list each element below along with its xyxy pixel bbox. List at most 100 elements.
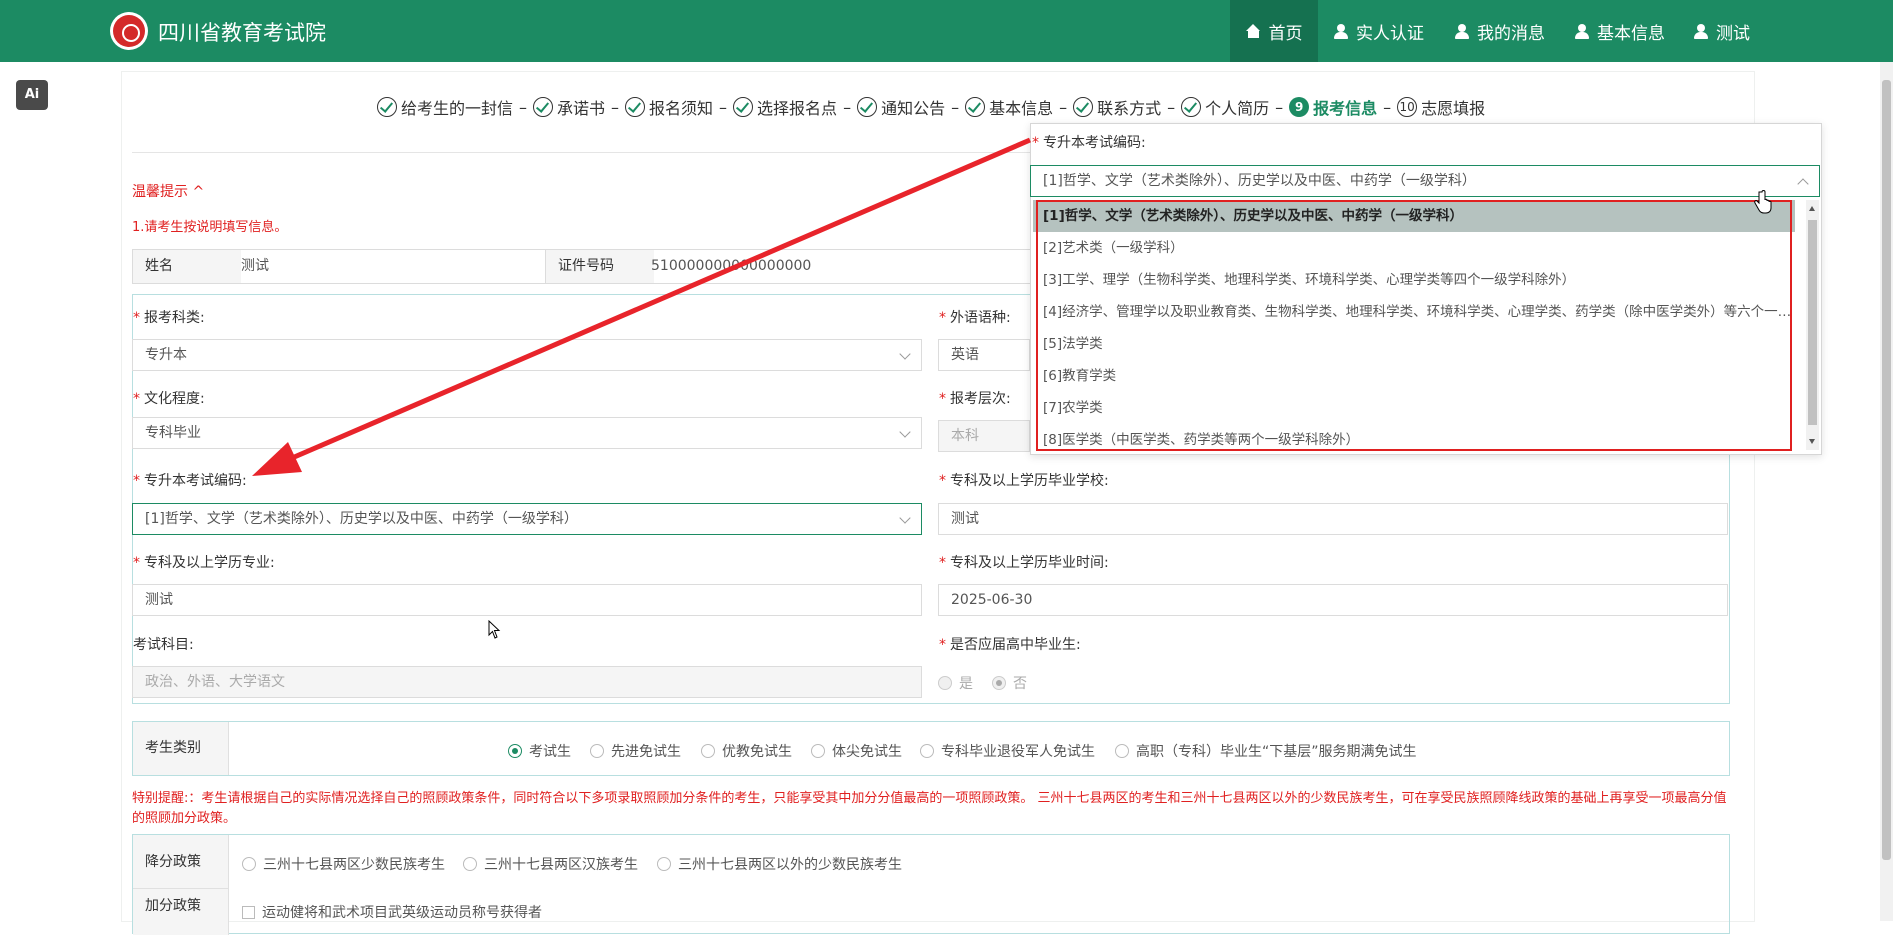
hs-grad-label: * 是否应届高中毕业生: bbox=[939, 637, 1081, 653]
arrow-cursor-icon bbox=[488, 620, 501, 639]
nav-label: 实人认证 bbox=[1356, 23, 1424, 44]
step-label: 志愿填报 bbox=[1421, 99, 1486, 118]
home-icon bbox=[1245, 24, 1261, 38]
nav-label: 测试 bbox=[1716, 23, 1750, 44]
dropdown-option[interactable]: [1]哲学、文学（艺术类除外）、历史学以及中医、中药学（一级学科） bbox=[1033, 200, 1795, 232]
education-label: * 文化程度: bbox=[133, 391, 205, 407]
candidate-category-label: 考生类别 bbox=[133, 722, 229, 775]
major-input[interactable]: 测试 bbox=[132, 584, 922, 616]
step-label: 通知公告 bbox=[881, 99, 946, 118]
step-label: 报考信息 bbox=[1313, 99, 1378, 118]
step-notice[interactable]: 报名须知 bbox=[625, 95, 713, 119]
check-circle-icon bbox=[733, 97, 754, 117]
category-option-grassroots[interactable]: 高职（专科）毕业生“下基层”服务期满免试生 bbox=[1115, 741, 1417, 761]
step-label: 联系方式 bbox=[1097, 99, 1162, 118]
radio-icon bbox=[242, 857, 256, 871]
step-promise[interactable]: 承诺书 bbox=[533, 95, 605, 119]
check-circle-icon bbox=[533, 97, 554, 117]
add-option-athlete[interactable]: 运动健将和武术项目武英级运动员称号获得者 bbox=[242, 902, 542, 922]
category-option-exam[interactable]: 考试生 bbox=[508, 741, 571, 761]
subject-type-select[interactable]: 专升本 bbox=[132, 339, 922, 371]
level-label: * 报考层次: bbox=[939, 391, 1011, 407]
checkbox-icon bbox=[242, 905, 255, 919]
page-scrollbar-thumb[interactable] bbox=[1882, 80, 1891, 860]
dropdown-label: * 专升本考试编码: bbox=[1032, 135, 1146, 151]
dropdown-select[interactable]: [1]哲学、文学（艺术类除外）、历史学以及中医、中药学（一级学科） bbox=[1030, 165, 1820, 197]
reduce-option-minority[interactable]: 三州十七县两区少数民族考生 bbox=[242, 854, 445, 874]
step-letter[interactable]: 给考生的一封信 bbox=[377, 95, 513, 119]
school-input[interactable]: 测试 bbox=[938, 503, 1728, 535]
category-option-advanced[interactable]: 先进免试生 bbox=[590, 741, 681, 761]
dropdown-option[interactable]: [8]医学类（中医学类、药学类等两个一级学科除外） bbox=[1033, 424, 1795, 450]
tips-text: 1.请考生按说明填写信息。 bbox=[132, 220, 288, 235]
ai-button[interactable]: Ai bbox=[16, 80, 48, 110]
grad-time-input[interactable]: 2025-06-30 bbox=[938, 584, 1728, 616]
user-icon bbox=[1575, 24, 1589, 39]
check-circle-icon bbox=[857, 97, 878, 117]
nav-user-test[interactable]: 测试 bbox=[1694, 0, 1750, 62]
special-notice: 特别提醒:：考生请根据自己的实际情况选择自己的照顾政策条件，同时符合以下多项录取… bbox=[132, 791, 1727, 826]
scroll-up-icon bbox=[1809, 206, 1815, 211]
user-icon bbox=[1334, 24, 1348, 39]
subject-type-label: * 报考科类: bbox=[133, 310, 205, 326]
name-label: 姓名 bbox=[133, 250, 241, 283]
step-number-badge: 9 bbox=[1289, 97, 1310, 117]
foreign-lang-select[interactable]: 英语 bbox=[938, 339, 1030, 371]
tips-toggle[interactable]: 温馨提示 ^ bbox=[132, 181, 204, 201]
step-announcement[interactable]: 通知公告 bbox=[857, 95, 945, 119]
exam-code-select[interactable]: [1]哲学、文学（艺术类除外）、历史学以及中医、中药学（一级学科） bbox=[132, 503, 922, 535]
dropdown-option[interactable]: [7]农学类 bbox=[1033, 392, 1795, 424]
hs-grad-yes: 是 bbox=[938, 673, 973, 693]
add-policy-label: 加分政策 bbox=[133, 889, 229, 935]
reduce-option-other-minority[interactable]: 三州十七县两区以外的少数民族考生 bbox=[657, 854, 902, 874]
user-icon bbox=[1455, 24, 1469, 39]
dropdown-scrollbar[interactable] bbox=[1806, 200, 1819, 450]
nav-home[interactable]: 首页 bbox=[1230, 0, 1318, 62]
dropdown-option[interactable]: [5]法学类 bbox=[1033, 328, 1795, 360]
radio-icon bbox=[590, 744, 604, 758]
dropdown-option[interactable]: [6]教育学类 bbox=[1033, 360, 1795, 392]
user-icon bbox=[1694, 24, 1708, 39]
chevron-down-icon bbox=[899, 512, 911, 524]
id-number-label: 证件号码 bbox=[545, 250, 654, 283]
step-resume[interactable]: 个人简历 bbox=[1181, 95, 1269, 119]
level-select: 本科 bbox=[938, 420, 1030, 452]
top-header: 四川省教育考试院 首页 实人认证 我的消息 基本信息 测试 bbox=[0, 0, 1893, 62]
id-number-value: 510000000000000000 bbox=[651, 258, 812, 274]
exam-subjects-input: 政治、外语、大学语文 bbox=[132, 666, 922, 698]
category-option-excellent-teacher[interactable]: 优教免试生 bbox=[701, 741, 792, 761]
step-label: 承诺书 bbox=[557, 99, 606, 118]
radio-icon bbox=[701, 744, 715, 758]
nav-messages[interactable]: 我的消息 bbox=[1455, 0, 1545, 62]
chevron-down-icon bbox=[899, 426, 911, 438]
nav-real-auth[interactable]: 实人认证 bbox=[1334, 0, 1424, 62]
reduce-policy-label: 降分政策 bbox=[133, 835, 229, 889]
step-apply-info[interactable]: 9 报考信息 bbox=[1289, 95, 1377, 119]
step-site[interactable]: 选择报名点 bbox=[733, 95, 837, 119]
dropdown-option[interactable]: [3]工学、理学（生物科学类、地理科学类、环境科学类、心理学类等四个一级学科除外… bbox=[1033, 264, 1795, 296]
dropdown-options: [1]哲学、文学（艺术类除外）、历史学以及中医、中药学（一级学科） [2]艺术类… bbox=[1033, 200, 1805, 450]
category-option-top-athlete[interactable]: 体尖免试生 bbox=[811, 741, 902, 761]
step-label: 给考生的一封信 bbox=[401, 99, 514, 118]
category-option-veteran[interactable]: 专科毕业退役军人免试生 bbox=[920, 741, 1095, 761]
step-preference[interactable]: 10 志愿填报 bbox=[1397, 95, 1485, 119]
nav-basic-info[interactable]: 基本信息 bbox=[1575, 0, 1665, 62]
dropdown-option[interactable]: [2]艺术类（一级学科） bbox=[1033, 232, 1795, 264]
step-label: 选择报名点 bbox=[757, 99, 838, 118]
check-circle-icon bbox=[965, 97, 986, 117]
grad-time-label: * 专科及以上学历毕业时间: bbox=[939, 555, 1109, 571]
step-contact[interactable]: 联系方式 bbox=[1073, 95, 1161, 119]
logo-icon bbox=[110, 12, 148, 50]
radio-icon bbox=[463, 857, 477, 871]
check-circle-icon bbox=[377, 97, 397, 117]
step-label: 个人简历 bbox=[1205, 99, 1270, 118]
step-basic-info[interactable]: 基本信息 bbox=[965, 95, 1053, 119]
exam-code-label: * 专升本考试编码: bbox=[133, 473, 247, 489]
major-label: * 专科及以上学历专业: bbox=[133, 555, 275, 571]
nav-label: 基本信息 bbox=[1597, 23, 1665, 44]
reduce-option-han[interactable]: 三州十七县两区汉族考生 bbox=[463, 854, 638, 874]
nav-label: 首页 bbox=[1268, 23, 1303, 44]
dropdown-option[interactable]: [4]经济学、管理学以及职业教育类、生物科学类、地理科学类、环境科学类、心理学类… bbox=[1033, 296, 1795, 328]
education-select[interactable]: 专科毕业 bbox=[132, 417, 922, 449]
check-circle-icon bbox=[1181, 97, 1202, 117]
